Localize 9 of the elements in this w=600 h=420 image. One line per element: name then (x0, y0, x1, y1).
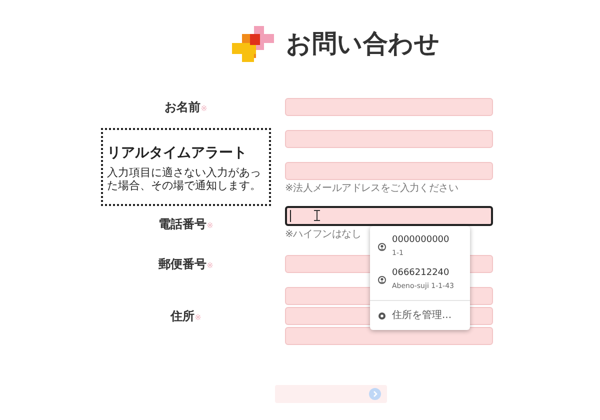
field-label: 住所※ (170, 308, 202, 325)
field-label: 郵便番号※ (158, 256, 214, 273)
field-label: 電話番号※ (158, 216, 214, 232)
hint-text: ※ハイフンはなし (285, 229, 361, 241)
callout-title: リアルタイムアラート (107, 144, 248, 162)
field-label: お名前※ (164, 99, 208, 116)
callout-text: 入力項目に適さない入力があった場合、その場で通知します。 (107, 166, 262, 192)
hint-text: ※法人メールアドレスをご入力ください (285, 183, 458, 195)
page-title: お問い合わせ (286, 28, 440, 60)
